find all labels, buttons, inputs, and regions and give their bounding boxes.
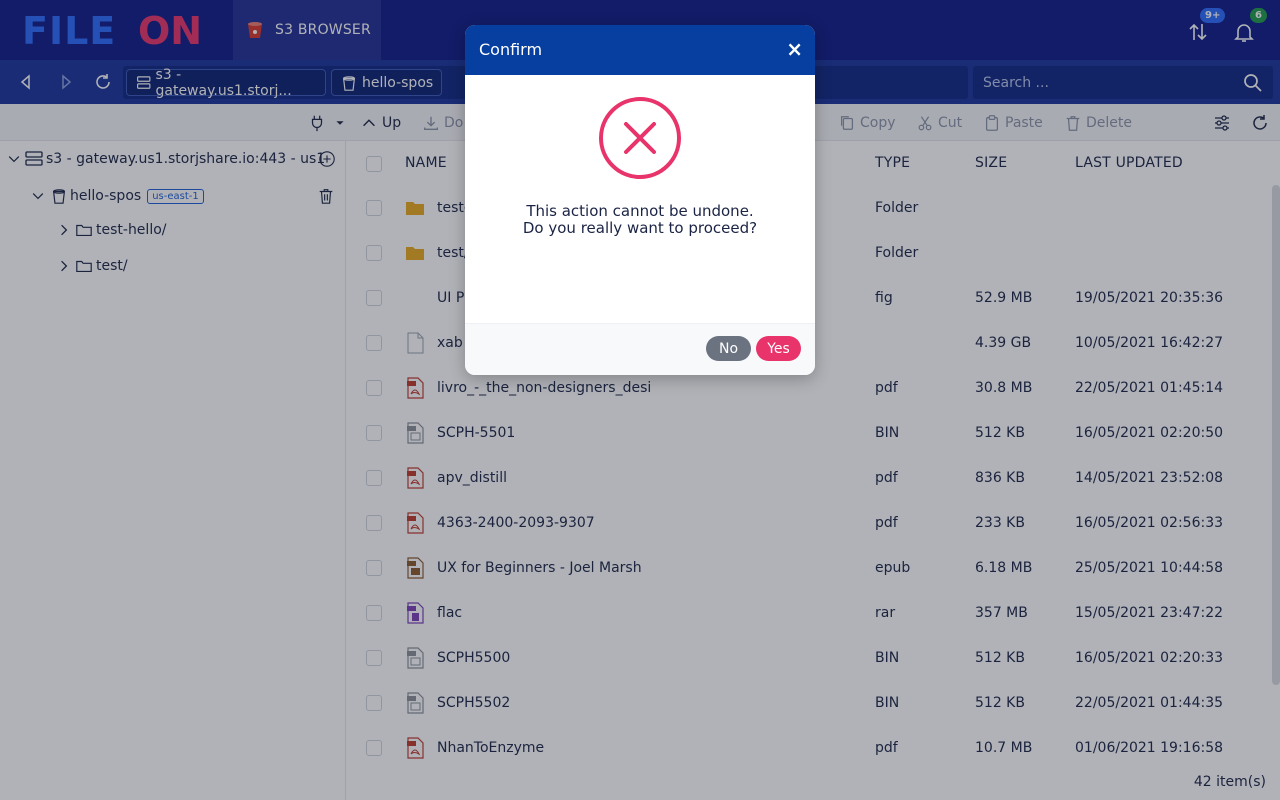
yes-button[interactable]: Yes [756, 336, 801, 361]
dialog-footer: No Yes [465, 323, 815, 375]
message-line: This action cannot be undone. [526, 202, 754, 220]
message-line: Do you really want to proceed? [522, 219, 758, 237]
dialog-body: This action cannot be undone. Do you rea… [465, 75, 815, 323]
dialog-title: Confirm [479, 40, 543, 59]
dialog-message: This action cannot be undone. Do you rea… [465, 203, 815, 237]
confirm-dialog: Confirm × This action cannot be undone. … [465, 25, 815, 375]
close-icon[interactable]: × [786, 39, 803, 59]
dialog-header: Confirm × [465, 25, 815, 75]
no-button[interactable]: No [706, 336, 751, 361]
error-x-icon [599, 97, 681, 179]
